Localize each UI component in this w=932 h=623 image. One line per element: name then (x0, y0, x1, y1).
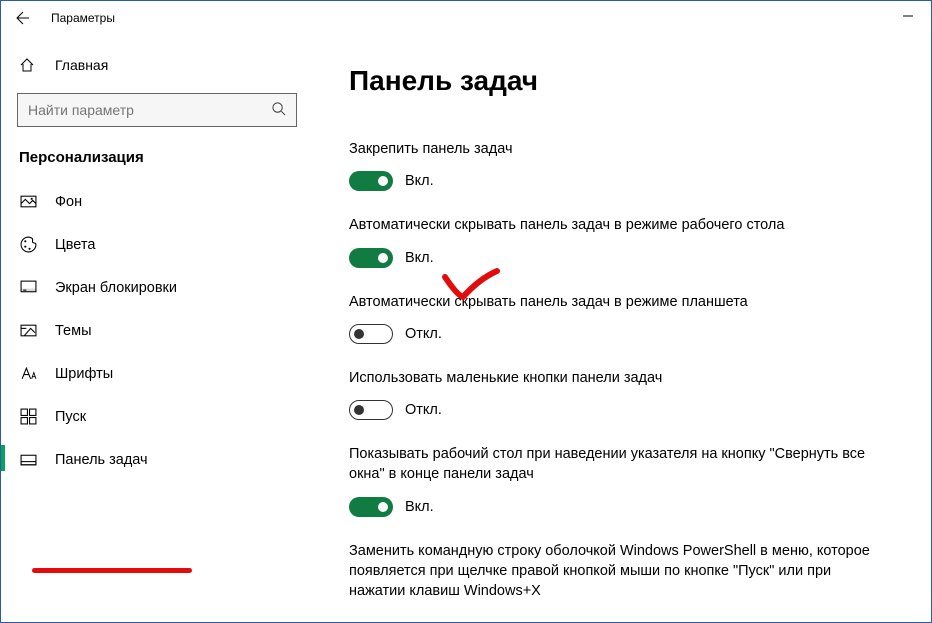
sidebar-item-lockscreen[interactable]: Экран блокировки (1, 266, 313, 309)
taskbar-icon (19, 451, 37, 468)
minimize-icon (903, 11, 913, 21)
back-button[interactable] (13, 10, 33, 26)
lockscreen-icon (19, 279, 37, 296)
start-icon (19, 408, 37, 425)
sidebar-item-fonts[interactable]: Шрифты (1, 352, 313, 395)
home-nav[interactable]: Главная (1, 47, 313, 83)
setting-peek-desktop: Показывать рабочий стол при наведении ук… (349, 444, 885, 517)
sidebar-item-themes[interactable]: Темы (1, 309, 313, 352)
sidebar-item-label: Панель задач (55, 452, 148, 468)
setting-label: Заменить командную строку оболочкой Wind… (349, 541, 885, 602)
search-box[interactable] (17, 93, 297, 127)
content-scroll[interactable]: Панель задач Закрепить панель задач Вкл.… (349, 65, 895, 622)
home-icon (19, 57, 37, 73)
sidebar-item-taskbar[interactable]: Панель задач (1, 438, 313, 481)
back-arrow-icon (15, 10, 31, 26)
search-input[interactable] (28, 102, 271, 118)
toggle-autohide-desktop[interactable] (349, 248, 393, 268)
toggle-state: Вкл. (405, 250, 434, 266)
category-heading: Персонализация (1, 145, 313, 180)
setting-label: Использовать маленькие кнопки панели зад… (349, 368, 885, 388)
sidebar-item-start[interactable]: Пуск (1, 395, 313, 438)
content-area: Панель задач Закрепить панель задач Вкл.… (313, 35, 931, 622)
search-icon (271, 101, 286, 119)
sidebar-item-background[interactable]: Фон (1, 180, 313, 223)
sidebar: Главная Персонализация Фон Цвета (1, 35, 313, 622)
sidebar-item-label: Темы (55, 323, 92, 339)
palette-icon (19, 236, 37, 253)
toggle-peek-desktop[interactable] (349, 497, 393, 517)
picture-icon (19, 193, 37, 210)
fonts-icon (19, 365, 37, 382)
sidebar-item-label: Пуск (55, 409, 86, 425)
toggle-state: Откл. (405, 402, 442, 418)
toggle-state: Вкл. (405, 173, 434, 189)
toggle-state: Вкл. (405, 499, 434, 515)
home-label: Главная (55, 57, 108, 73)
setting-label: Показывать рабочий стол при наведении ук… (349, 444, 885, 485)
toggle-autohide-tablet[interactable] (349, 324, 393, 344)
toggle-state: Откл. (405, 326, 442, 342)
sidebar-item-label: Фон (55, 194, 82, 210)
sidebar-item-label: Экран блокировки (55, 280, 177, 296)
window-title: Параметры (51, 11, 115, 25)
toggle-lock-taskbar[interactable] (349, 171, 393, 191)
page-title: Панель задач (349, 65, 885, 97)
toggle-small-buttons[interactable] (349, 400, 393, 420)
setting-autohide-tablet: Автоматически скрывать панель задач в ре… (349, 292, 885, 344)
setting-label: Закрепить панель задач (349, 139, 885, 159)
setting-lock-taskbar: Закрепить панель задач Вкл. (349, 139, 885, 191)
titlebar: Параметры (1, 1, 931, 35)
annotation-underline (32, 568, 192, 573)
sidebar-item-colors[interactable]: Цвета (1, 223, 313, 266)
minimize-button[interactable] (885, 1, 931, 31)
themes-icon (19, 322, 37, 339)
setting-small-buttons: Использовать маленькие кнопки панели зад… (349, 368, 885, 420)
setting-label: Автоматически скрывать панель задач в ре… (349, 292, 885, 312)
sidebar-item-label: Шрифты (55, 366, 113, 382)
setting-label: Автоматически скрывать панель задач в ре… (349, 215, 885, 235)
setting-autohide-desktop: Автоматически скрывать панель задач в ре… (349, 215, 885, 267)
sidebar-item-label: Цвета (55, 237, 95, 253)
setting-powershell: Заменить командную строку оболочкой Wind… (349, 541, 885, 602)
